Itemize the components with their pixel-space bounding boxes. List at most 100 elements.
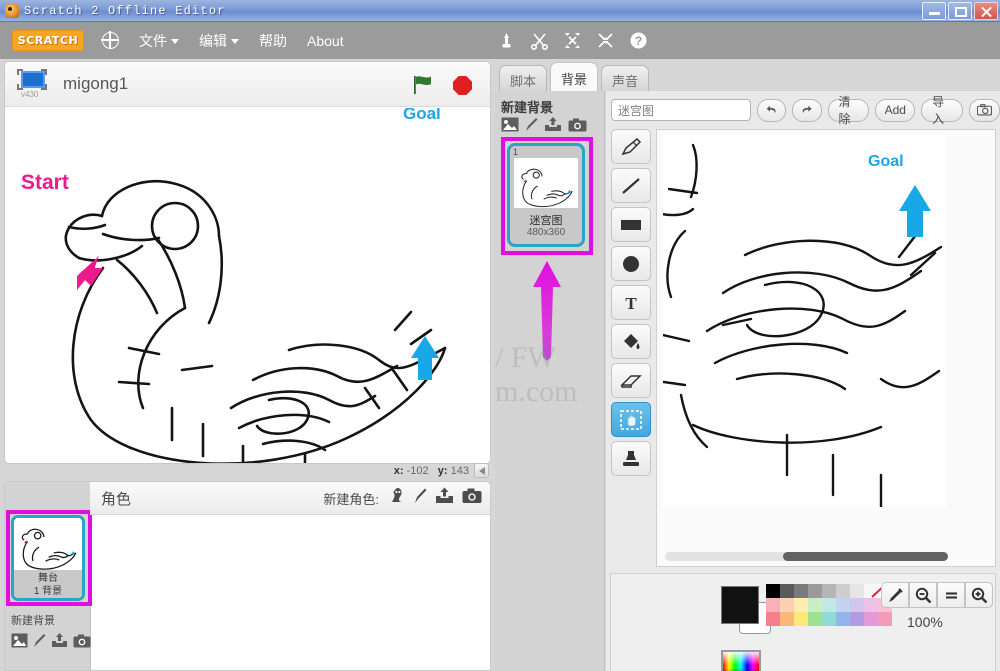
palette-swatch[interactable] (878, 612, 892, 626)
menu-help-label: 帮助 (259, 31, 287, 51)
new-backdrop-label: 新建背景 (11, 612, 91, 628)
tab-scripts[interactable]: 脚本 (499, 65, 547, 94)
camera-icon[interactable] (969, 99, 1000, 122)
palette-swatch[interactable] (808, 584, 822, 598)
palette-swatch[interactable] (850, 612, 864, 626)
collapse-panel-button[interactable] (474, 463, 489, 478)
new-sprite-group: 新建角色: (323, 487, 482, 509)
choose-backdrop-icon[interactable] (501, 117, 519, 137)
maximize-button[interactable] (948, 2, 972, 20)
zoom-in-icon[interactable] (965, 582, 993, 608)
costume-name-input[interactable] (611, 99, 751, 121)
grow-icon[interactable] (563, 31, 582, 50)
camera-backdrop-icon[interactable] (568, 118, 587, 137)
backdrop-pointer-annotation (531, 261, 563, 361)
palette-swatch[interactable] (794, 584, 808, 598)
cut-icon[interactable] (530, 31, 549, 50)
import-button[interactable]: 导入 (921, 99, 963, 122)
palette-swatch[interactable] (808, 598, 822, 612)
palette-swatch[interactable] (808, 612, 822, 626)
paint-tool-palette: T (611, 129, 651, 480)
eyedropper-icon[interactable] (881, 582, 909, 608)
close-button[interactable] (974, 2, 998, 20)
stage-thumbnail[interactable]: 舞台 1 背景 (11, 515, 85, 601)
stage-presentation-icon[interactable]: v430 (17, 69, 49, 99)
stamp-tool[interactable] (611, 441, 651, 476)
fill-color-swatch[interactable] (721, 586, 759, 624)
redo-button[interactable] (792, 99, 821, 122)
palette-swatch[interactable] (780, 584, 794, 598)
palette-swatch[interactable] (766, 612, 780, 626)
minimize-button[interactable] (922, 2, 946, 20)
help-icon[interactable]: ? (629, 31, 648, 50)
backdrop-item[interactable]: 1 迷宫图 48 (507, 143, 585, 247)
upload-sprite-icon[interactable] (435, 487, 454, 509)
palette-swatch[interactable] (822, 612, 836, 626)
shrink-icon[interactable] (596, 31, 615, 50)
upload-backdrop-icon[interactable] (544, 117, 562, 137)
scratch-logo[interactable]: SCRATCH (12, 30, 84, 51)
palette-swatch[interactable] (822, 584, 836, 598)
chevron-down-icon (231, 39, 239, 44)
zoom-reset-icon[interactable] (937, 582, 965, 608)
palette-swatch[interactable] (836, 584, 850, 598)
palette-swatch[interactable] (864, 612, 878, 626)
brush-tool[interactable] (611, 129, 651, 164)
hue-gradient-picker[interactable] (721, 650, 761, 671)
select-tool[interactable] (611, 402, 651, 437)
camera-backdrop-icon[interactable] (73, 634, 91, 653)
palette-swatch[interactable] (822, 598, 836, 612)
tab-backdrops[interactable]: 背景 (550, 62, 598, 94)
palette-swatch[interactable] (794, 598, 808, 612)
stage-selector-column: 舞台 1 背景 新建背景 (5, 482, 91, 671)
paint-backdrop-icon[interactable] (525, 117, 538, 137)
zoom-controls (881, 582, 993, 608)
palette-swatch[interactable] (794, 612, 808, 626)
undo-button[interactable] (757, 99, 786, 122)
choose-sprite-icon[interactable] (389, 487, 406, 509)
upload-backdrop-icon[interactable] (51, 633, 68, 653)
globe-icon[interactable] (102, 32, 119, 49)
window-title: Scratch 2 Offline Editor (24, 4, 226, 18)
ellipse-tool[interactable] (611, 246, 651, 281)
clear-button[interactable]: 清除 (828, 99, 870, 122)
paint-toolbar: 清除 Add 导入 (606, 95, 1000, 125)
camera-sprite-icon[interactable] (462, 488, 482, 509)
fill-tool[interactable] (611, 324, 651, 359)
canvas-horizontal-scrollbar[interactable] (665, 552, 947, 561)
palette-swatch[interactable] (780, 598, 794, 612)
menu-edit[interactable]: 编辑 (199, 31, 239, 51)
menu-about[interactable]: About (307, 33, 344, 49)
palette-swatch[interactable] (850, 584, 864, 598)
text-tool[interactable]: T (611, 285, 651, 320)
rectangle-tool[interactable] (611, 207, 651, 242)
zoom-out-icon[interactable] (909, 582, 937, 608)
palette-swatch[interactable] (766, 598, 780, 612)
add-button[interactable]: Add (875, 99, 915, 122)
line-tool[interactable] (611, 168, 651, 203)
stop-button-icon[interactable] (453, 76, 472, 95)
paint-backdrop-icon[interactable] (33, 633, 46, 653)
paint-canvas[interactable]: Goal (663, 135, 945, 507)
palette-swatch[interactable] (836, 598, 850, 612)
eraser-tool[interactable] (611, 363, 651, 398)
stage-canvas[interactable]: Start Goal (7, 108, 490, 463)
stage-name: 舞台 (14, 572, 82, 585)
palette-swatch[interactable] (850, 598, 864, 612)
menu-help[interactable]: 帮助 (259, 31, 287, 51)
palette-swatch[interactable] (836, 612, 850, 626)
tab-bar: 脚本 背景 声音 (499, 62, 652, 94)
stage-thumbnail-image (14, 518, 82, 570)
menu-file[interactable]: 文件 (139, 31, 179, 51)
paint-canvas-area[interactable]: Goal (656, 129, 996, 567)
stage-panel: v430 migong1 (4, 61, 491, 464)
palette-swatch[interactable] (766, 584, 780, 598)
duplicate-icon[interactable] (497, 31, 516, 50)
palette-swatch[interactable] (780, 612, 794, 626)
palette-swatch[interactable] (864, 598, 878, 612)
choose-backdrop-icon[interactable] (11, 633, 28, 653)
tab-sounds[interactable]: 声音 (601, 65, 649, 94)
green-flag-icon[interactable] (412, 75, 434, 95)
scrollbar-thumb[interactable] (783, 552, 948, 561)
paint-sprite-icon[interactable] (414, 487, 427, 509)
